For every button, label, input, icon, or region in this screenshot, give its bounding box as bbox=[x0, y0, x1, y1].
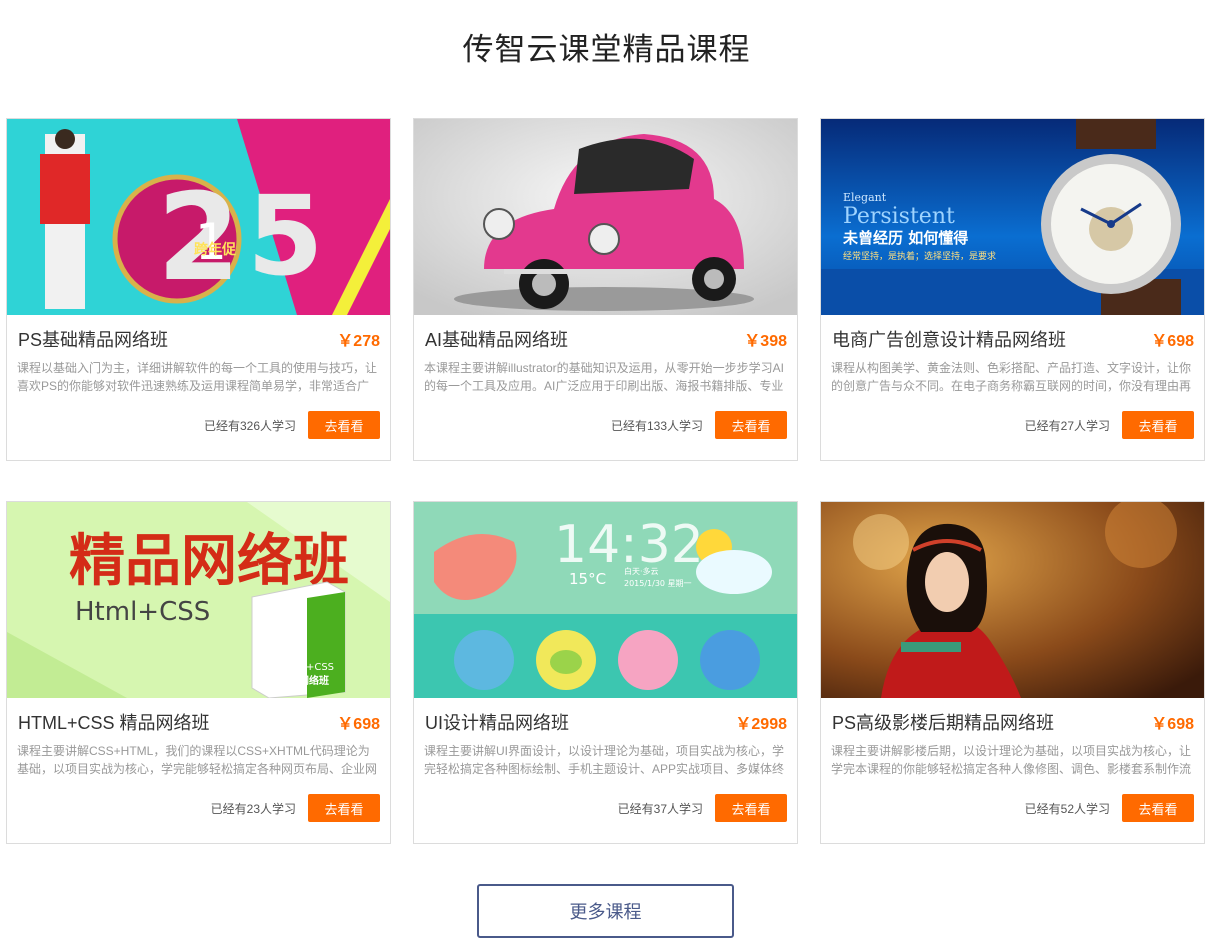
course-description: 课程主要讲解影楼后期，以设计理论为基础，以项目实战为核心，让学完本课程的你能够轻… bbox=[831, 744, 1192, 776]
student-count: 已经有27人学习 bbox=[1024, 419, 1110, 433]
thumb-text: 2015/1/30 星期一 bbox=[624, 579, 692, 588]
course-price: ￥278 bbox=[337, 333, 380, 350]
course-title[interactable]: PS高级影楼后期精品网络班 bbox=[832, 709, 1054, 735]
thumb-text: 精品网络班 bbox=[279, 674, 329, 687]
thumb-text: Elegant bbox=[843, 191, 887, 204]
thumb-text: 未曾经历 如何懂得 bbox=[842, 229, 968, 247]
course-price: ￥398 bbox=[744, 333, 787, 350]
course-price: ￥698 bbox=[1151, 333, 1194, 350]
course-thumbnail[interactable] bbox=[414, 119, 797, 315]
thumb-text: 精品网络班 bbox=[69, 529, 349, 594]
student-count: 已经有133人学习 bbox=[610, 419, 703, 433]
course-price: ￥698 bbox=[337, 716, 380, 733]
course-card[interactable]: Elegant Persistent 未曾经历 如何懂得 经常坚持，是执着；选择… bbox=[820, 118, 1205, 461]
course-thumbnail[interactable]: 精品网络班 Html+CSS Html+CSS 精品网络班 bbox=[7, 502, 390, 698]
student-count: 已经有326人学习 bbox=[203, 419, 296, 433]
view-course-button[interactable]: 去看看 bbox=[715, 794, 787, 822]
course-title[interactable]: UI设计精品网络班 bbox=[425, 709, 569, 735]
view-course-button[interactable]: 去看看 bbox=[1122, 794, 1194, 822]
course-card[interactable]: PS高级影楼后期精品网络班 ￥698 课程主要讲解影楼后期，以设计理论为基础，以… bbox=[820, 501, 1205, 844]
more-courses-button[interactable]: 更多课程 bbox=[477, 884, 734, 938]
thumb-text: Html+CSS bbox=[75, 597, 210, 627]
course-description: 本课程主要讲解illustrator的基础知识及运用，从零开始一步步学习AI的每… bbox=[424, 361, 785, 393]
course-price: ￥698 bbox=[1151, 716, 1194, 733]
course-description: 课程主要讲解UI界面设计，以设计理论为基础，项目实战为核心，学完轻松搞定各种图标… bbox=[424, 744, 785, 776]
thumb-text: Html+CSS bbox=[282, 662, 334, 673]
course-card[interactable]: 14:32 15°C 白天·多云 2015/1/30 星期一 UI设计精品网络班… bbox=[413, 501, 798, 844]
thumb-text: 跨年促 bbox=[194, 241, 237, 257]
thumb-text: 15°C bbox=[569, 570, 606, 588]
course-description: 课程主要讲解CSS+HTML，我们的课程以CSS+XHTML代码理论为基础，以项… bbox=[17, 744, 378, 776]
view-course-button[interactable]: 去看看 bbox=[308, 794, 380, 822]
course-title[interactable]: HTML+CSS 精品网络班 bbox=[18, 709, 210, 735]
course-title[interactable]: PS基础精品网络班 bbox=[18, 326, 168, 352]
view-course-button[interactable]: 去看看 bbox=[308, 411, 380, 439]
course-card[interactable]: AI基础精品网络班 ￥398 本课程主要讲解illustrator的基础知识及运… bbox=[413, 118, 798, 461]
course-price: ￥2998 bbox=[735, 716, 787, 733]
thumb-text: 白天·多云 bbox=[624, 566, 659, 576]
view-course-button[interactable]: 去看看 bbox=[715, 411, 787, 439]
student-count: 已经有23人学习 bbox=[210, 802, 296, 816]
student-count: 已经有52人学习 bbox=[1024, 802, 1110, 816]
course-thumbnail[interactable] bbox=[821, 502, 1204, 698]
course-title[interactable]: AI基础精品网络班 bbox=[425, 326, 568, 352]
course-card[interactable]: 精品网络班 Html+CSS Html+CSS 精品网络班 HTML+CSS 精… bbox=[6, 501, 391, 844]
svg-text:5: 5 bbox=[247, 172, 324, 300]
page-title: 传智云课堂精品课程 bbox=[462, 32, 751, 67]
student-count: 已经有37人学习 bbox=[617, 802, 703, 816]
view-course-button[interactable]: 去看看 bbox=[1122, 411, 1194, 439]
course-thumbnail[interactable]: Elegant Persistent 未曾经历 如何懂得 经常坚持，是执着；选择… bbox=[821, 119, 1204, 315]
thumb-text: 14:32 bbox=[554, 515, 704, 575]
thumb-text: Persistent bbox=[843, 204, 955, 229]
course-description: 课程从构图美学、黄金法则、色彩搭配、产品打造、文字设计，让你的创意广告与众不同。… bbox=[831, 361, 1192, 393]
thumb-text: 经常坚持，是执着；选择坚持，是要求 bbox=[843, 250, 996, 262]
course-thumbnail[interactable]: 14:32 15°C 白天·多云 2015/1/30 星期一 bbox=[414, 502, 797, 698]
course-card[interactable]: 2 5 1 跨年促 PS基础精品网络班 ￥278 课程以基础入门为主，详细讲解软… bbox=[6, 118, 391, 461]
course-thumbnail[interactable]: 2 5 1 跨年促 bbox=[7, 119, 390, 315]
course-description: 课程以基础入门为主，详细讲解软件的每一个工具的使用与技巧，让喜欢PS的你能够对软… bbox=[17, 361, 378, 393]
course-title[interactable]: 电商广告创意设计精品网络班 bbox=[832, 326, 1066, 352]
